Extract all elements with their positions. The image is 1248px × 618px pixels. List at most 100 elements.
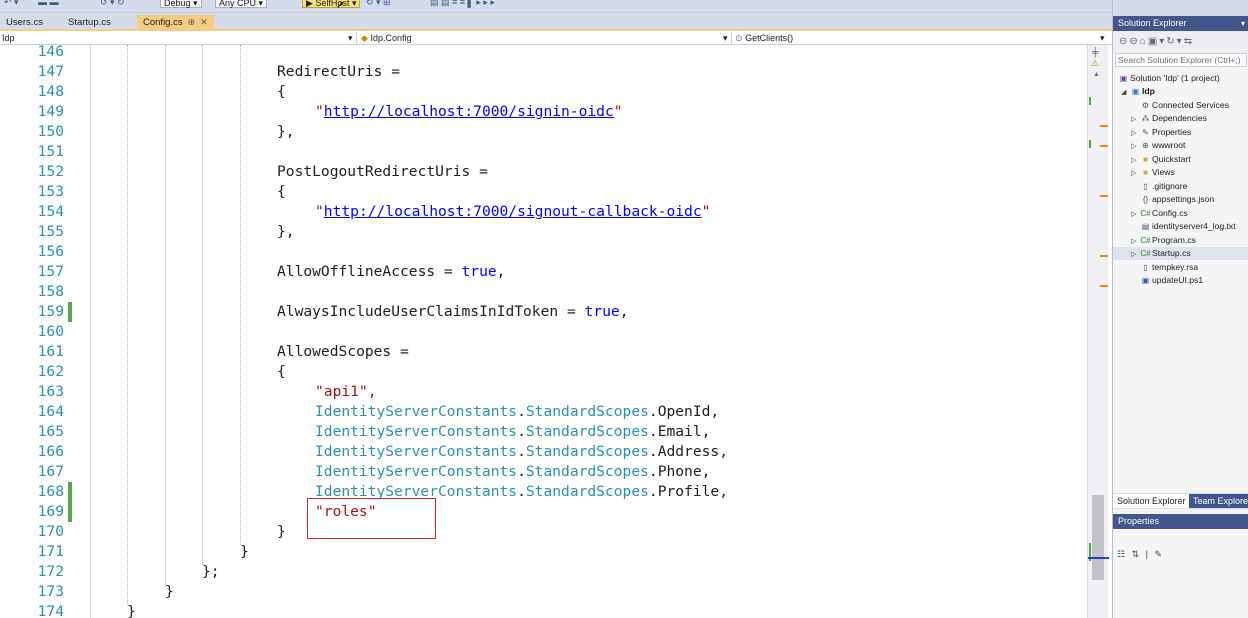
chevron-down-icon[interactable]: ▾ xyxy=(1100,32,1105,44)
solution-explorer-title: Solution Explorer ▾ xyxy=(1113,16,1248,31)
code-line: IdentityServerConstants.StandardScopes.A… xyxy=(315,443,728,460)
switch-views-icon[interactable]: ▣▾ xyxy=(1148,36,1166,47)
powershell-file-icon: ▣ xyxy=(1141,276,1150,285)
line-number: 166 xyxy=(37,443,64,460)
split-icon[interactable]: ╪ xyxy=(1092,47,1098,57)
sync-icon[interactable]: ⇆ xyxy=(1184,36,1194,47)
code-token: StandardScopes xyxy=(525,423,649,440)
code-line: } xyxy=(277,523,286,540)
tree-item-views[interactable]: ▷ ■ Views xyxy=(1131,166,1175,179)
code-token: OpenId, xyxy=(657,403,720,420)
tree-item-startup-cs[interactable]: ▷ C#Startup.cs xyxy=(1113,247,1248,260)
tree-item-properties[interactable]: ▷ ✎ Properties xyxy=(1131,126,1191,139)
project-dropdown[interactable]: Idp xyxy=(2,32,15,44)
properties-toolbar[interactable]: ☷ ⇅ | ✎ xyxy=(1117,549,1164,560)
back-icon[interactable]: ⊖ xyxy=(1119,36,1129,47)
tab-users-cs[interactable]: Users.cs xyxy=(0,15,49,31)
solution-configuration-dropdown[interactable]: Debug ▾ xyxy=(160,0,202,8)
save-all-icon[interactable]: ▬ ▬ xyxy=(38,0,59,8)
line-number: 155 xyxy=(37,223,64,240)
indent-guide xyxy=(127,45,128,605)
expand-arrow-icon[interactable]: ▷ xyxy=(1131,167,1139,180)
scrollbar-thumb[interactable] xyxy=(1092,495,1104,580)
tree-item-label: Config.cs xyxy=(1152,208,1188,218)
property-pages-icon[interactable]: ✎ xyxy=(1154,549,1164,559)
tree-item-updateui[interactable]: ▣ updateUI.ps1 xyxy=(1139,274,1203,287)
code-line: } xyxy=(240,543,249,560)
solution-explorer-toolbar[interactable]: ⊖⊖⌂▣▾↻▾⇆ xyxy=(1113,31,1248,53)
line-number: 172 xyxy=(37,563,64,580)
csharp-file-icon: C# xyxy=(1140,249,1151,258)
navigate-back-icon[interactable]: ↺ ▾ ↻ xyxy=(100,0,125,8)
code-token: Email, xyxy=(657,423,711,440)
chevron-down-icon[interactable]: ▾ xyxy=(348,32,353,44)
code-token[interactable]: http://localhost:7000/signout-callback-o… xyxy=(324,203,702,220)
caret-position-mark xyxy=(1088,557,1109,559)
expand-arrow-icon[interactable]: ▷ xyxy=(1131,113,1139,126)
code-token: Phone, xyxy=(657,463,711,480)
home-icon[interactable]: ⌂ xyxy=(1140,36,1148,47)
layout-icons[interactable]: ▤ ▤ ≡ ≡ ▌ ▸ ▸ ▸ xyxy=(430,0,495,8)
tab-config-cs[interactable]: Config.cs ⊕ ✕ xyxy=(137,15,214,31)
code-line: } xyxy=(165,583,174,600)
tree-item-project[interactable]: ◢ ▣ Idp xyxy=(1121,85,1155,98)
code-editor[interactable]: 146 147 148 149 150 151 152 153 154 155 … xyxy=(0,45,1087,618)
tab-label: Config.cs xyxy=(143,17,183,28)
tree-item-label: Idp xyxy=(1142,86,1155,96)
tree-item-program-cs[interactable]: ▷ C#Program.cs xyxy=(1131,234,1196,247)
categorized-icon[interactable]: ☷ xyxy=(1117,549,1127,559)
alphabetical-icon[interactable]: ⇅ xyxy=(1132,549,1142,559)
code-line: { xyxy=(277,363,286,380)
start-debugging-button[interactable]: ▶ SelfHost ▾ xyxy=(302,0,361,8)
tree-item-quickstart[interactable]: ▷ ■ Quickstart xyxy=(1131,153,1191,166)
panel-menu-icon[interactable]: ▾ xyxy=(1241,16,1245,31)
solution-explorer-panel: Solution Explorer ▾ ⊖⊖⌂▣▾↻▾⇆ Search Solut… xyxy=(1112,0,1248,618)
tab-startup-cs[interactable]: Startup.cs xyxy=(62,15,117,31)
editor-vertical-scrollbar[interactable]: ╪ ⚠ ▲ xyxy=(1087,45,1109,618)
pin-icon[interactable]: ⊕ xyxy=(188,17,196,27)
tree-item-log[interactable]: ▤ identityserver4_log.txt xyxy=(1139,220,1236,233)
scroll-up-icon[interactable]: ▲ xyxy=(1093,71,1100,78)
expand-arrow-icon[interactable]: ▷ xyxy=(1131,140,1139,153)
forward-icon[interactable]: ⊖ xyxy=(1129,36,1139,47)
solution-platform-dropdown[interactable]: Any CPU ▾ xyxy=(215,0,268,8)
line-number: 158 xyxy=(37,283,64,300)
tree-item-wwwroot[interactable]: ▷ ⊕ wwwroot xyxy=(1131,139,1185,152)
expand-arrow-icon[interactable]: ▷ xyxy=(1131,248,1139,261)
undo-icon[interactable]: ↶ ▾ xyxy=(4,0,19,8)
line-number: 168 xyxy=(37,483,64,500)
change-marker-159 xyxy=(68,302,72,322)
history-icon[interactable]: ↻▾ xyxy=(1166,36,1183,47)
tree-item-appsettings[interactable]: {} appsettings.json xyxy=(1139,193,1214,206)
chevron-down-icon[interactable]: ▾ xyxy=(723,32,728,44)
tree-item-label: identityserver4_log.txt xyxy=(1152,221,1236,231)
code-line-url[interactable]: "http://localhost:7000/signin-oidc" xyxy=(315,102,623,122)
tree-item-solution[interactable]: ▣ Solution 'Idp' (1 project) xyxy=(1117,72,1220,85)
tree-item-tempkey[interactable]: ▯ tempkey.rsa xyxy=(1139,261,1198,274)
expand-arrow-icon[interactable]: ▷ xyxy=(1131,208,1139,221)
code-token[interactable]: http://localhost:7000/signin-oidc xyxy=(324,103,614,120)
search-solution-explorer-input[interactable]: Search Solution Explorer (Ctrl+;) xyxy=(1115,53,1247,67)
properties-panel: ☷ ⇅ | ✎ xyxy=(1113,529,1248,618)
refresh-icon[interactable]: ↻ ▾ ⊞ xyxy=(366,0,391,8)
line-number: 154 xyxy=(37,203,64,220)
tab-team-explorer[interactable]: Team Explorer xyxy=(1189,494,1248,508)
close-icon[interactable]: ✕ xyxy=(200,17,208,27)
code-line: }; xyxy=(202,563,220,580)
tree-item-gitignore[interactable]: ▯ .gitignore xyxy=(1139,180,1187,193)
project-value: Idp xyxy=(2,33,15,43)
code-token: IdentityServerConstants xyxy=(315,423,518,440)
code-line-url[interactable]: "http://localhost:7000/signout-callback-… xyxy=(315,202,710,222)
member-dropdown[interactable]: ⊙ GetClients() xyxy=(735,32,793,44)
tab-solution-explorer[interactable]: Solution Explorer xyxy=(1113,494,1190,508)
tree-item-config-cs[interactable]: ▷ C#Config.cs xyxy=(1131,207,1188,220)
type-dropdown[interactable]: ◆ Idp.Config xyxy=(361,32,411,44)
expand-arrow-icon[interactable]: ◢ xyxy=(1121,86,1129,99)
tree-item-label: Quickstart xyxy=(1152,154,1191,164)
tab-label: Startup.cs xyxy=(68,17,111,28)
overview-mark xyxy=(1100,145,1108,147)
tab-label: Users.cs xyxy=(6,17,43,28)
tree-item-dependencies[interactable]: ▷ ⁂ Dependencies xyxy=(1131,112,1207,125)
tree-item-connected-services[interactable]: ⚙ Connected Services xyxy=(1139,99,1229,112)
line-number: 160 xyxy=(37,323,64,340)
